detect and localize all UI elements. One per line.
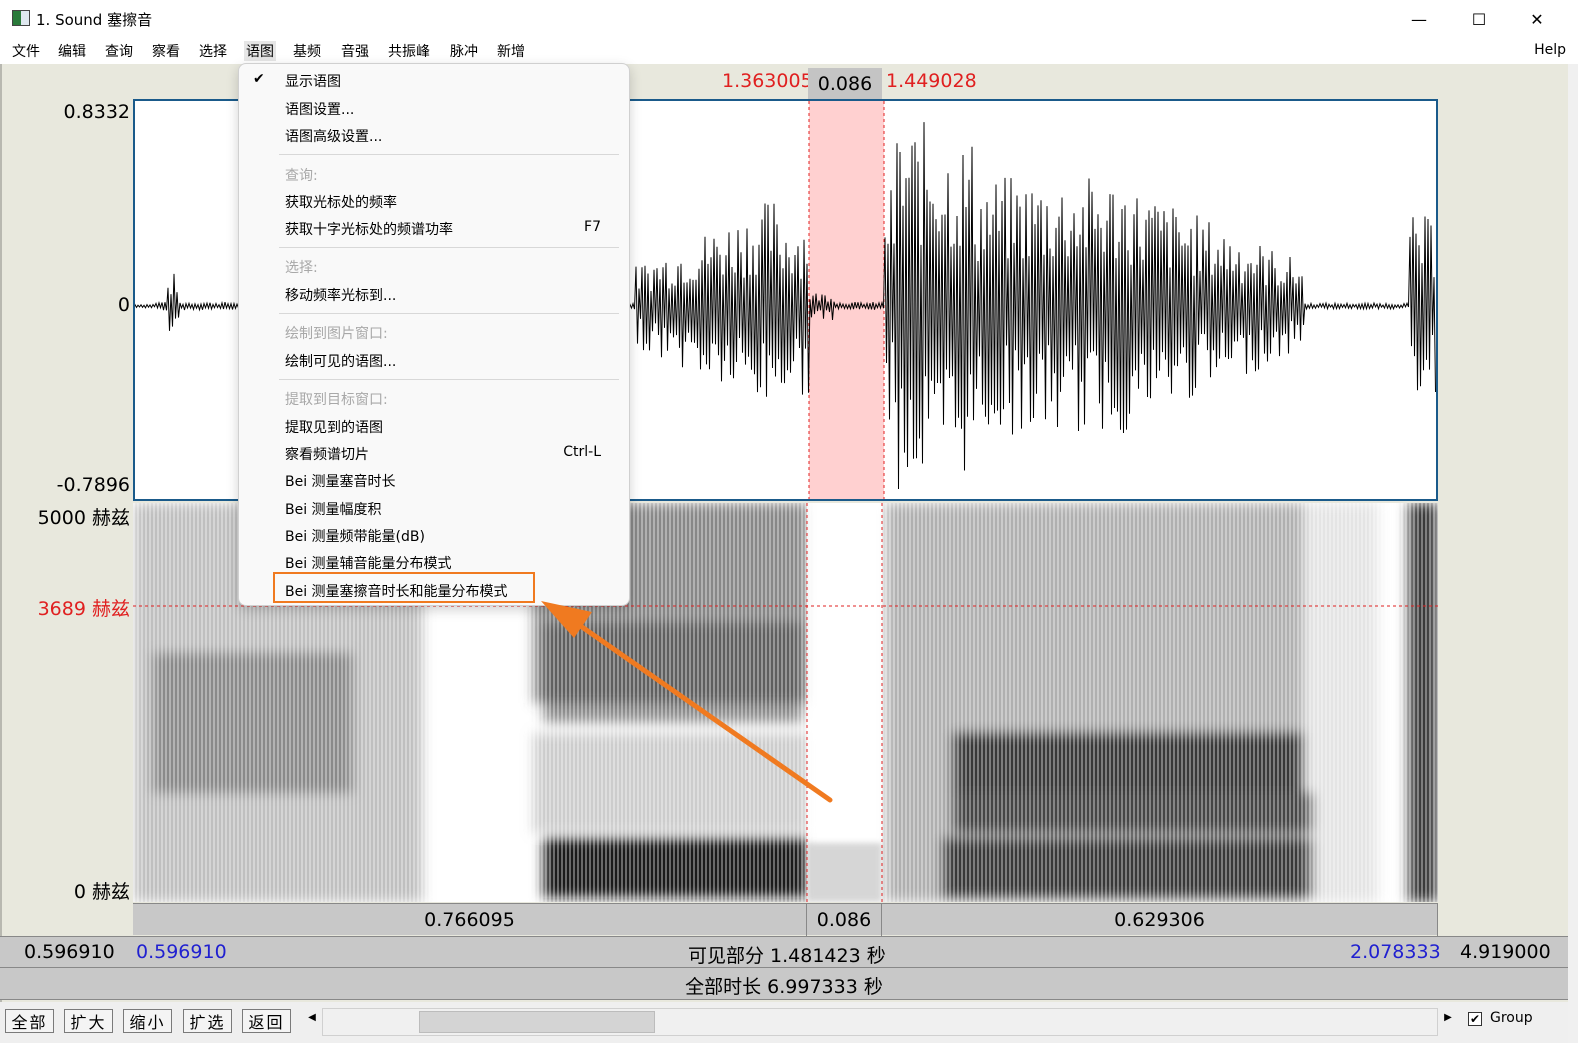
title-bar: 1. Sound 塞擦音 — ☐ ✕ xyxy=(0,0,1578,38)
checkmark-icon: ✔ xyxy=(253,71,265,87)
duration-left-segment[interactable]: 0.766095 xyxy=(133,904,807,936)
menu-advanced-spectrogram-settings[interactable]: 语图高级设置... xyxy=(285,126,382,146)
menu-help[interactable]: Help xyxy=(1534,42,1566,58)
menu-bar: 文件 编辑 查询 察看 选择 语图 基频 音强 共振峰 脉冲 新增 Help xyxy=(0,38,1578,64)
spec-fmin-label: 0 赫兹 xyxy=(73,881,130,903)
visible-outer-right-label: 4.919000 xyxy=(1460,941,1551,963)
menu-paint-visible-spectrogram[interactable]: 绘制可见的语图... xyxy=(285,351,396,371)
wave-yzero-label: 0 xyxy=(117,294,130,316)
menu-header-query: 查询: xyxy=(285,168,318,184)
window-right-edge xyxy=(1568,64,1578,1043)
wave-ymax-label: 0.8332 xyxy=(63,101,130,123)
menu-bei-amplitude-integral[interactable]: Bei 测量幅度积 xyxy=(285,499,382,519)
menu-show-spectrogram[interactable]: 显示语图 xyxy=(285,71,341,91)
menu-separator xyxy=(279,379,619,380)
menu-get-spectral-power[interactable]: 获取十字光标处的频谱功率 xyxy=(285,219,453,239)
minimize-button[interactable]: — xyxy=(1390,0,1448,38)
duration-right-label: 0.629306 xyxy=(1114,909,1205,931)
duration-bar: 0.766095 0.086 0.629306 xyxy=(133,903,1438,936)
visible-outer-left-label: 0.596910 xyxy=(24,941,115,963)
menu-view-spectral-slice[interactable]: 察看频谱切片 xyxy=(285,444,369,464)
total-duration-label: 全部时长 6.997333 秒 xyxy=(685,976,883,998)
selection-duration-label: 0.086 xyxy=(817,73,873,95)
selection-end-label: 1.449028 xyxy=(886,70,977,92)
maximize-button[interactable]: ☐ xyxy=(1450,0,1508,38)
visible-start-label: 0.596910 xyxy=(136,941,227,963)
spec-fmax-label: 5000 赫兹 xyxy=(37,507,130,529)
zoom-back-button[interactable]: 返回 xyxy=(242,1009,291,1033)
menu-separator xyxy=(279,313,619,314)
visible-part-label: 可见部分 1.481423 秒 xyxy=(688,945,886,967)
visible-end-label: 2.078333 xyxy=(1350,941,1441,963)
close-button[interactable]: ✕ xyxy=(1508,0,1566,38)
zoom-to-selection-button[interactable]: 扩选 xyxy=(183,1009,232,1033)
menu-spectrogram-settings[interactable]: 语图设置... xyxy=(285,99,354,119)
scroll-left-arrow-icon[interactable]: ◀ xyxy=(305,1008,319,1026)
duration-left-label: 0.766095 xyxy=(424,909,515,931)
menu-edit[interactable]: 编辑 xyxy=(56,41,88,61)
menu-formant[interactable]: 共振峰 xyxy=(386,41,432,61)
selection-duration-box[interactable]: 0.086 xyxy=(808,68,882,100)
menu-select[interactable]: 选择 xyxy=(197,41,229,61)
menu-header-extract: 提取到目标窗口: xyxy=(285,392,388,408)
group-checkbox[interactable]: ✔ xyxy=(1468,1012,1482,1026)
menu-item-highlight-box xyxy=(273,572,535,603)
menu-pulses[interactable]: 脉冲 xyxy=(448,41,480,61)
menu-separator xyxy=(279,247,619,248)
menu-file[interactable]: 文件 xyxy=(10,41,42,61)
app-icon xyxy=(12,10,30,26)
bottom-toolbar: 全部 扩大 缩小 扩选 返回 ◀ ▶ ✔ Group xyxy=(0,1002,1568,1043)
total-duration-bar[interactable]: 全部时长 6.997333 秒 xyxy=(0,968,1568,1000)
spec-cursor-freq-label: 3689 赫兹 xyxy=(37,598,130,620)
menu-bei-stop-duration[interactable]: Bei 测量塞音时长 xyxy=(285,471,396,491)
spectrogram-dropdown-menu: ✔ 显示语图 语图设置... 语图高级设置... 查询: 获取光标处的频率 获取… xyxy=(238,63,630,606)
scroll-right-arrow-icon[interactable]: ▶ xyxy=(1441,1008,1455,1026)
zoom-in-button[interactable]: 扩大 xyxy=(64,1009,113,1033)
menu-extract-visible-spectrogram[interactable]: 提取见到的语图 xyxy=(285,417,383,437)
menu-bei-band-energy[interactable]: Bei 测量频带能量(dB) xyxy=(285,526,425,546)
menu-pitch[interactable]: 基频 xyxy=(291,41,323,61)
menu-new[interactable]: 新增 xyxy=(495,41,527,61)
menu-bei-consonant-energy-pattern[interactable]: Bei 测量辅音能量分布模式 xyxy=(285,553,452,573)
horizontal-scrollbar[interactable] xyxy=(322,1008,1438,1036)
window-title: 1. Sound 塞擦音 xyxy=(36,11,153,29)
group-label: Group xyxy=(1490,1010,1533,1026)
selection-start-label: 1.363005 xyxy=(722,70,813,92)
wave-ymin-label: -0.7896 xyxy=(56,474,130,496)
zoom-out-button[interactable]: 缩小 xyxy=(123,1009,172,1033)
duration-mid-label: 0.086 xyxy=(816,909,872,931)
menu-separator xyxy=(279,154,619,155)
shortcut-ctrl-l: Ctrl-L xyxy=(563,444,601,460)
scrollbar-thumb[interactable] xyxy=(419,1011,655,1033)
menu-header-draw: 绘制到图片窗口: xyxy=(285,326,388,342)
visible-part-bar[interactable]: 0.596910 0.596910 可见部分 1.481423 秒 2.0783… xyxy=(0,936,1568,968)
zoom-all-button[interactable]: 全部 xyxy=(5,1009,54,1033)
shortcut-f7: F7 xyxy=(584,219,601,235)
menu-move-frequency-cursor[interactable]: 移动频率光标到... xyxy=(285,285,396,305)
selection-highlight xyxy=(809,101,884,499)
menu-spectrogram[interactable]: 语图 xyxy=(244,41,276,61)
menu-query[interactable]: 查询 xyxy=(103,41,135,61)
menu-header-select: 选择: xyxy=(285,260,318,276)
menu-view[interactable]: 察看 xyxy=(150,41,182,61)
menu-get-frequency-at-cursor[interactable]: 获取光标处的频率 xyxy=(285,192,397,212)
duration-right-segment[interactable]: 0.629306 xyxy=(882,904,1438,936)
duration-selected-segment[interactable]: 0.086 xyxy=(807,904,882,936)
menu-intensity[interactable]: 音强 xyxy=(339,41,371,61)
